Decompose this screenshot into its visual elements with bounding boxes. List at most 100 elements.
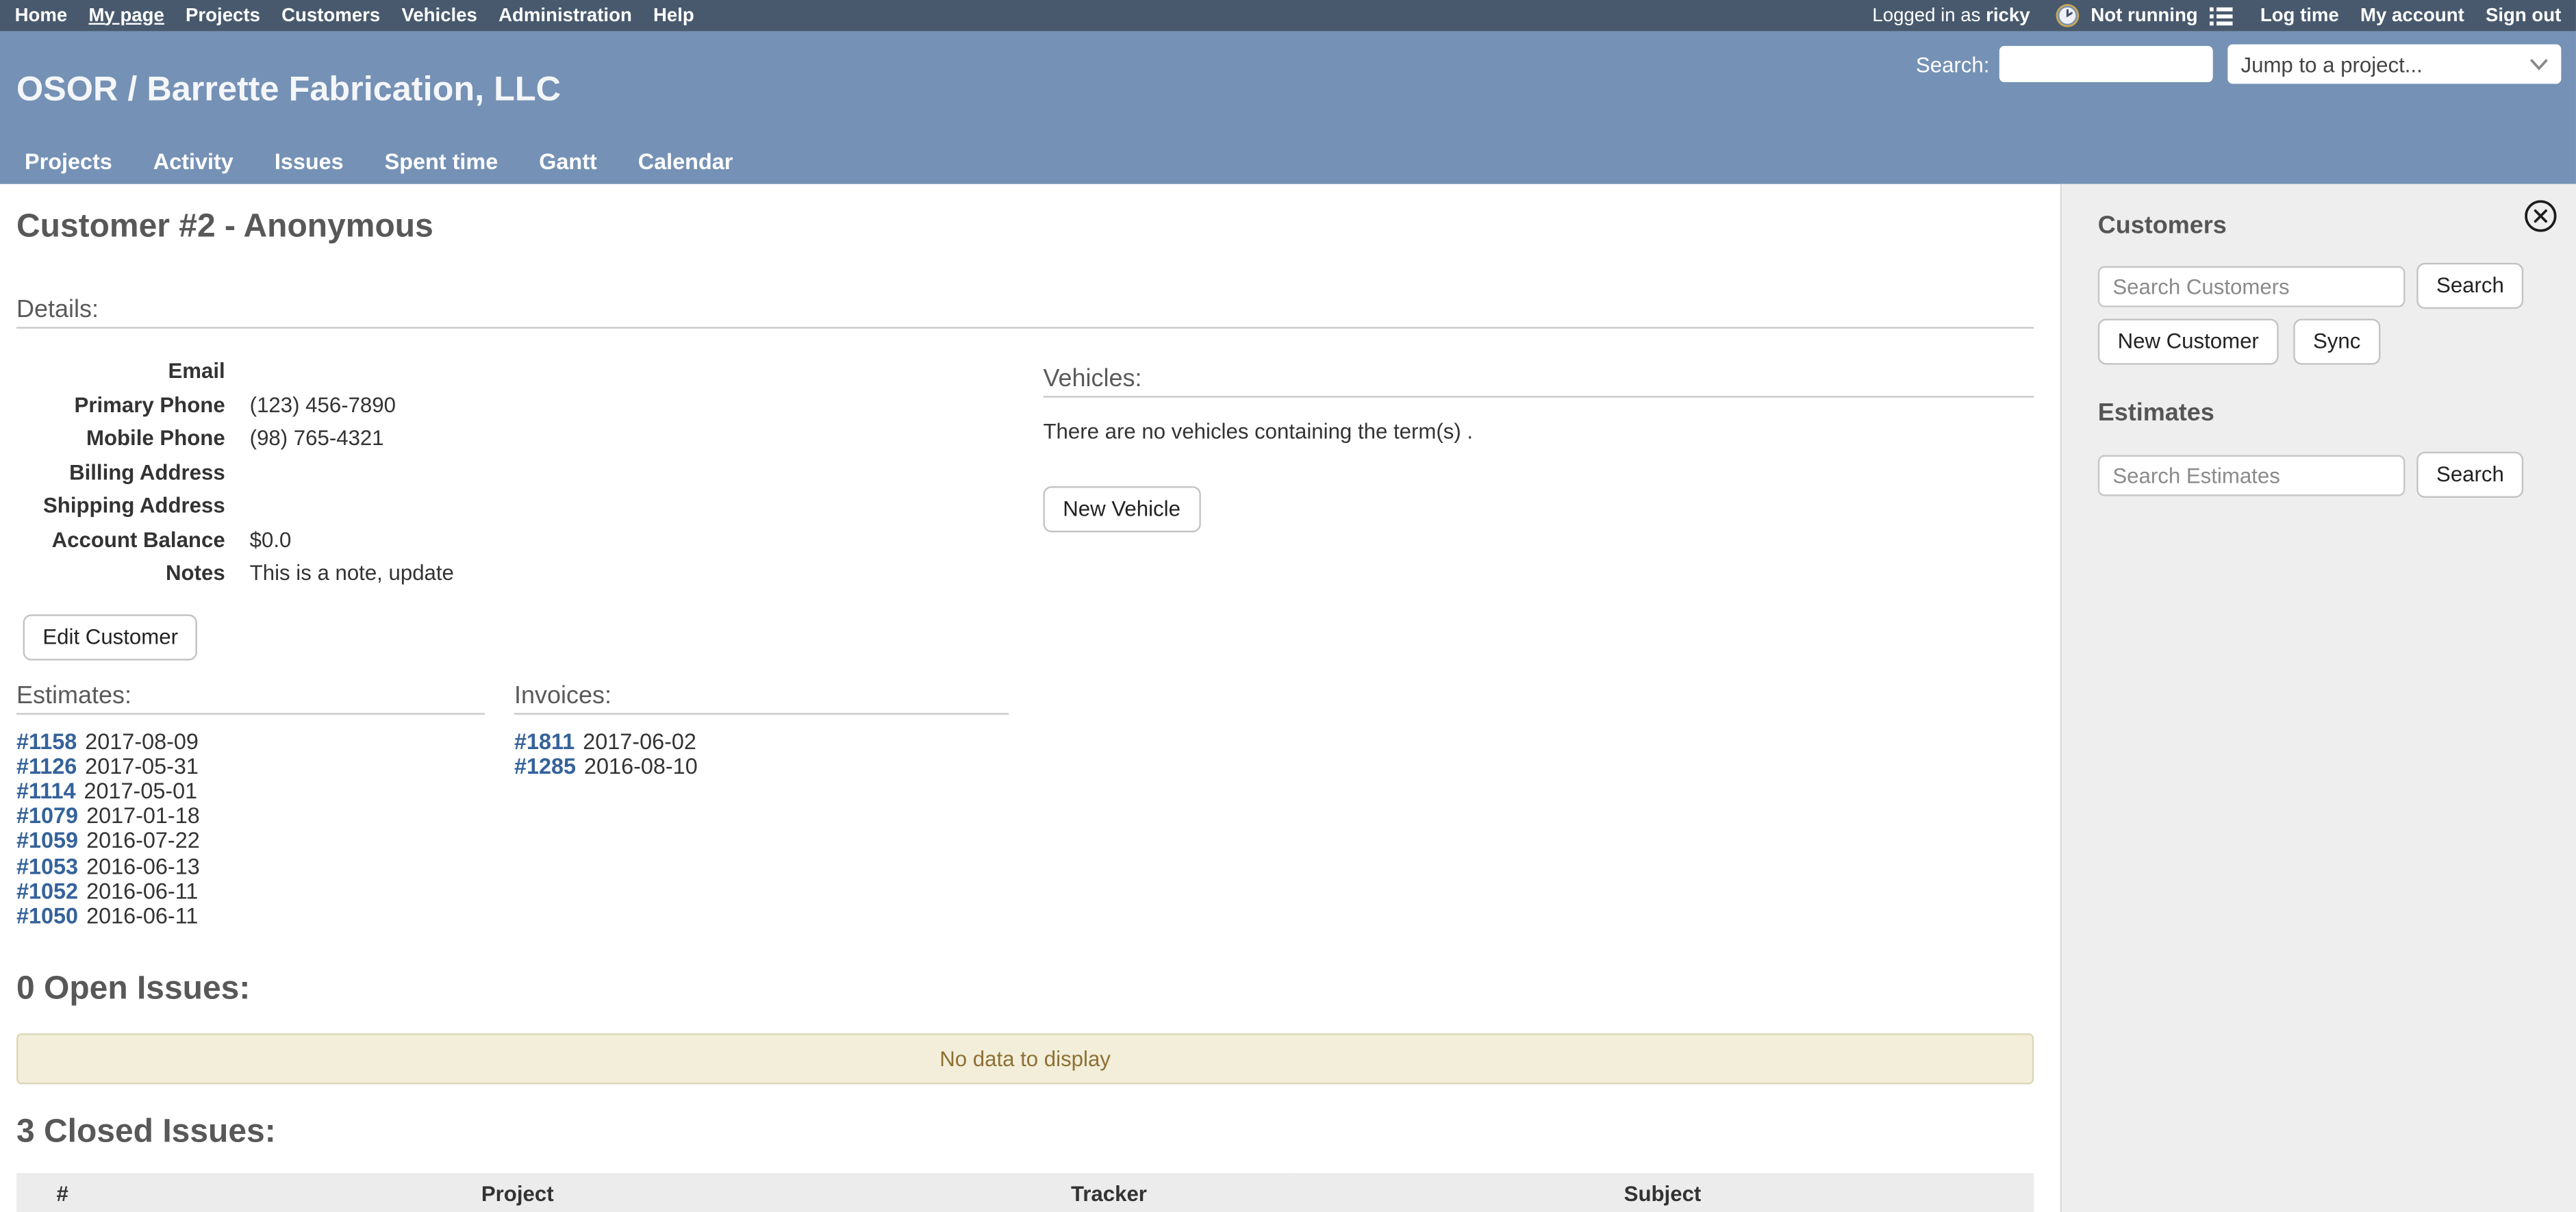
detail-label: Email	[16, 355, 225, 388]
detail-value: (98) 765-4321	[225, 422, 384, 456]
detail-value: $0.0	[225, 523, 292, 557]
tab[interactable]: Calendar	[638, 149, 733, 174]
details-split: Email Primary Phone (123) 456-7890 Mobil…	[16, 329, 2034, 929]
estimates-heading: Estimates:	[16, 681, 485, 709]
estimates-search-button[interactable]: Search	[2416, 452, 2523, 498]
estimate-row: #1053 2016-06-13	[16, 853, 485, 878]
estimate-link[interactable]: #1079	[16, 803, 78, 828]
estimates-section: Estimates: #1158 2017-08-09	[16, 681, 485, 928]
estimate-row: #10522016-06-11	[16, 879, 485, 903]
new-vehicle-button[interactable]: New Vehicle	[1043, 486, 1200, 532]
top-menu-left: Home My page Projects Customers Vehicles…	[15, 5, 694, 25]
top-menu-item[interactable]: Customers	[281, 5, 380, 25]
estimate-link[interactable]: #1059	[16, 829, 78, 853]
new-customer-button[interactable]: New Customer	[2098, 318, 2279, 364]
logged-in-text: Logged in as ricky	[1872, 5, 2030, 25]
top-menu-account-link[interactable]: Sign out	[2486, 5, 2561, 25]
customers-search-row: Search	[2098, 263, 2556, 309]
search-input[interactable]	[1999, 46, 2213, 82]
main-content: Customer #2 - Anonymous Details: Email	[0, 184, 2060, 1212]
column-header-id: #	[16, 1173, 108, 1212]
customers-search-input[interactable]	[2098, 265, 2405, 306]
tab[interactable]: Spent time	[385, 149, 498, 174]
customer-page-title: Customer #2 - Anonymous	[16, 184, 2034, 247]
chevron-down-icon	[2530, 58, 2548, 70]
estimate-row: #1059 2016-07-22	[16, 829, 485, 853]
column-header-tracker: Tracker	[926, 1173, 1291, 1212]
tab[interactable]: Gantt	[539, 149, 597, 174]
top-menu-account-link[interactable]: Log time	[2260, 5, 2339, 25]
customers-actions-row: New Customer Sync	[2098, 318, 2556, 364]
vehicles-divider	[1043, 396, 2034, 397]
sidebar: Customers Search New Customer Sync Estim…	[2060, 184, 2576, 1212]
invoice-date: 2016-08-10	[584, 754, 698, 779]
detail-label: Mobile Phone	[16, 422, 225, 456]
main-tabs: Projects Activity Issues Spent time Gant…	[25, 149, 733, 184]
estimate-link[interactable]: #1158	[16, 729, 77, 753]
tab[interactable]: Projects	[25, 149, 112, 174]
detail-value: (123) 456-7890	[225, 388, 396, 422]
top-menu-item[interactable]: Home	[15, 5, 68, 25]
logged-in-prefix: Logged in as	[1872, 5, 1980, 25]
sidebar-estimates-heading: Estimates	[2098, 399, 2556, 427]
detail-label: Primary Phone	[16, 388, 225, 422]
estimate-row: #1126 2017-05-31	[16, 754, 485, 779]
closed-issues-heading: 3 Closed Issues:	[16, 1114, 2034, 1152]
estimate-link[interactable]: #1053	[16, 853, 78, 878]
tab[interactable]: Activity	[153, 149, 233, 174]
no-data-banner: No data to display	[16, 1033, 2034, 1084]
top-menu-item[interactable]: Administration	[498, 5, 632, 25]
top-menu-item[interactable]: Help	[653, 5, 694, 25]
invoices-list: #1811 2017-06-02 #1285 2016-08-10	[514, 729, 1009, 779]
open-issues-heading: 0 Open Issues:	[16, 971, 2034, 1009]
estimates-search-input[interactable]	[2098, 454, 2405, 495]
timer-list-icon[interactable]	[2209, 5, 2232, 25]
estimate-link[interactable]: #1126	[16, 754, 77, 779]
estimate-date: 2017-05-01	[84, 779, 198, 803]
invoice-link[interactable]: #1811	[514, 729, 574, 753]
jump-to-project-select[interactable]: Jump to a project...	[2227, 45, 2561, 84]
invoice-date: 2017-06-02	[583, 729, 696, 753]
edit-customer-button[interactable]: Edit Customer	[23, 614, 198, 659]
top-menu-right: Logged in as ricky Not running	[1872, 3, 2561, 28]
estimate-date: 2017-08-09	[85, 729, 199, 753]
issues-table-header-row: # Project Tracker Subject	[16, 1173, 2034, 1212]
estimate-link[interactable]: #1052	[16, 879, 78, 903]
search-label: Search:	[1916, 52, 1990, 77]
detail-label: Account Balance	[16, 523, 225, 557]
closed-issues-table: # Project Tracker Subject 182 Redmine Fe…	[16, 1173, 2034, 1212]
top-menu-item[interactable]: Vehicles	[401, 5, 477, 25]
top-menu-account-link[interactable]: My account	[2360, 5, 2464, 25]
detail-row: Account Balance $0.0	[16, 523, 1025, 557]
tab[interactable]: Issues	[275, 149, 344, 174]
invoices-heading: Invoices:	[514, 681, 1009, 709]
estimate-row: #1114 2017-05-01	[16, 779, 485, 803]
project-header: OSOR / Barrette Fabrication, LLC Search:…	[0, 31, 2576, 184]
details-column: Email Primary Phone (123) 456-7890 Mobil…	[16, 329, 1025, 929]
timer-clock-icon[interactable]	[2055, 3, 2080, 28]
sync-button[interactable]: Sync	[2293, 318, 2380, 364]
detail-row: Billing Address	[16, 456, 1025, 490]
top-menu-item[interactable]: My page	[88, 5, 164, 25]
detail-value	[225, 456, 250, 490]
close-icon[interactable]	[2523, 199, 2558, 233]
estimate-link[interactable]: #1114	[16, 779, 76, 803]
top-menu-item[interactable]: Projects	[186, 5, 260, 25]
customers-search-button[interactable]: Search	[2416, 263, 2523, 309]
detail-label: Billing Address	[16, 456, 225, 490]
estimate-date: 2017-05-31	[85, 754, 199, 779]
invoice-link[interactable]: #1285	[514, 754, 576, 779]
estimate-row: #10502016-06-11	[16, 903, 485, 928]
detail-row: Notes This is a note, update	[16, 557, 1025, 590]
estimates-divider	[16, 712, 485, 714]
detail-value	[225, 355, 250, 388]
vehicles-heading: Vehicles:	[1043, 365, 2034, 393]
estimate-date: 2016-06-13	[86, 853, 200, 878]
username: ricky	[1986, 5, 2030, 25]
estimate-date: 2016-07-22	[86, 829, 200, 853]
vehicles-section: Vehicles: There are no vehicles containi…	[1025, 329, 2034, 929]
estimate-row: #1158 2017-08-09	[16, 729, 485, 753]
top-menu-account-links: Log time My account Sign out	[2260, 5, 2562, 25]
estimate-link[interactable]: #1050	[16, 903, 78, 928]
column-header-project: Project	[108, 1173, 926, 1212]
